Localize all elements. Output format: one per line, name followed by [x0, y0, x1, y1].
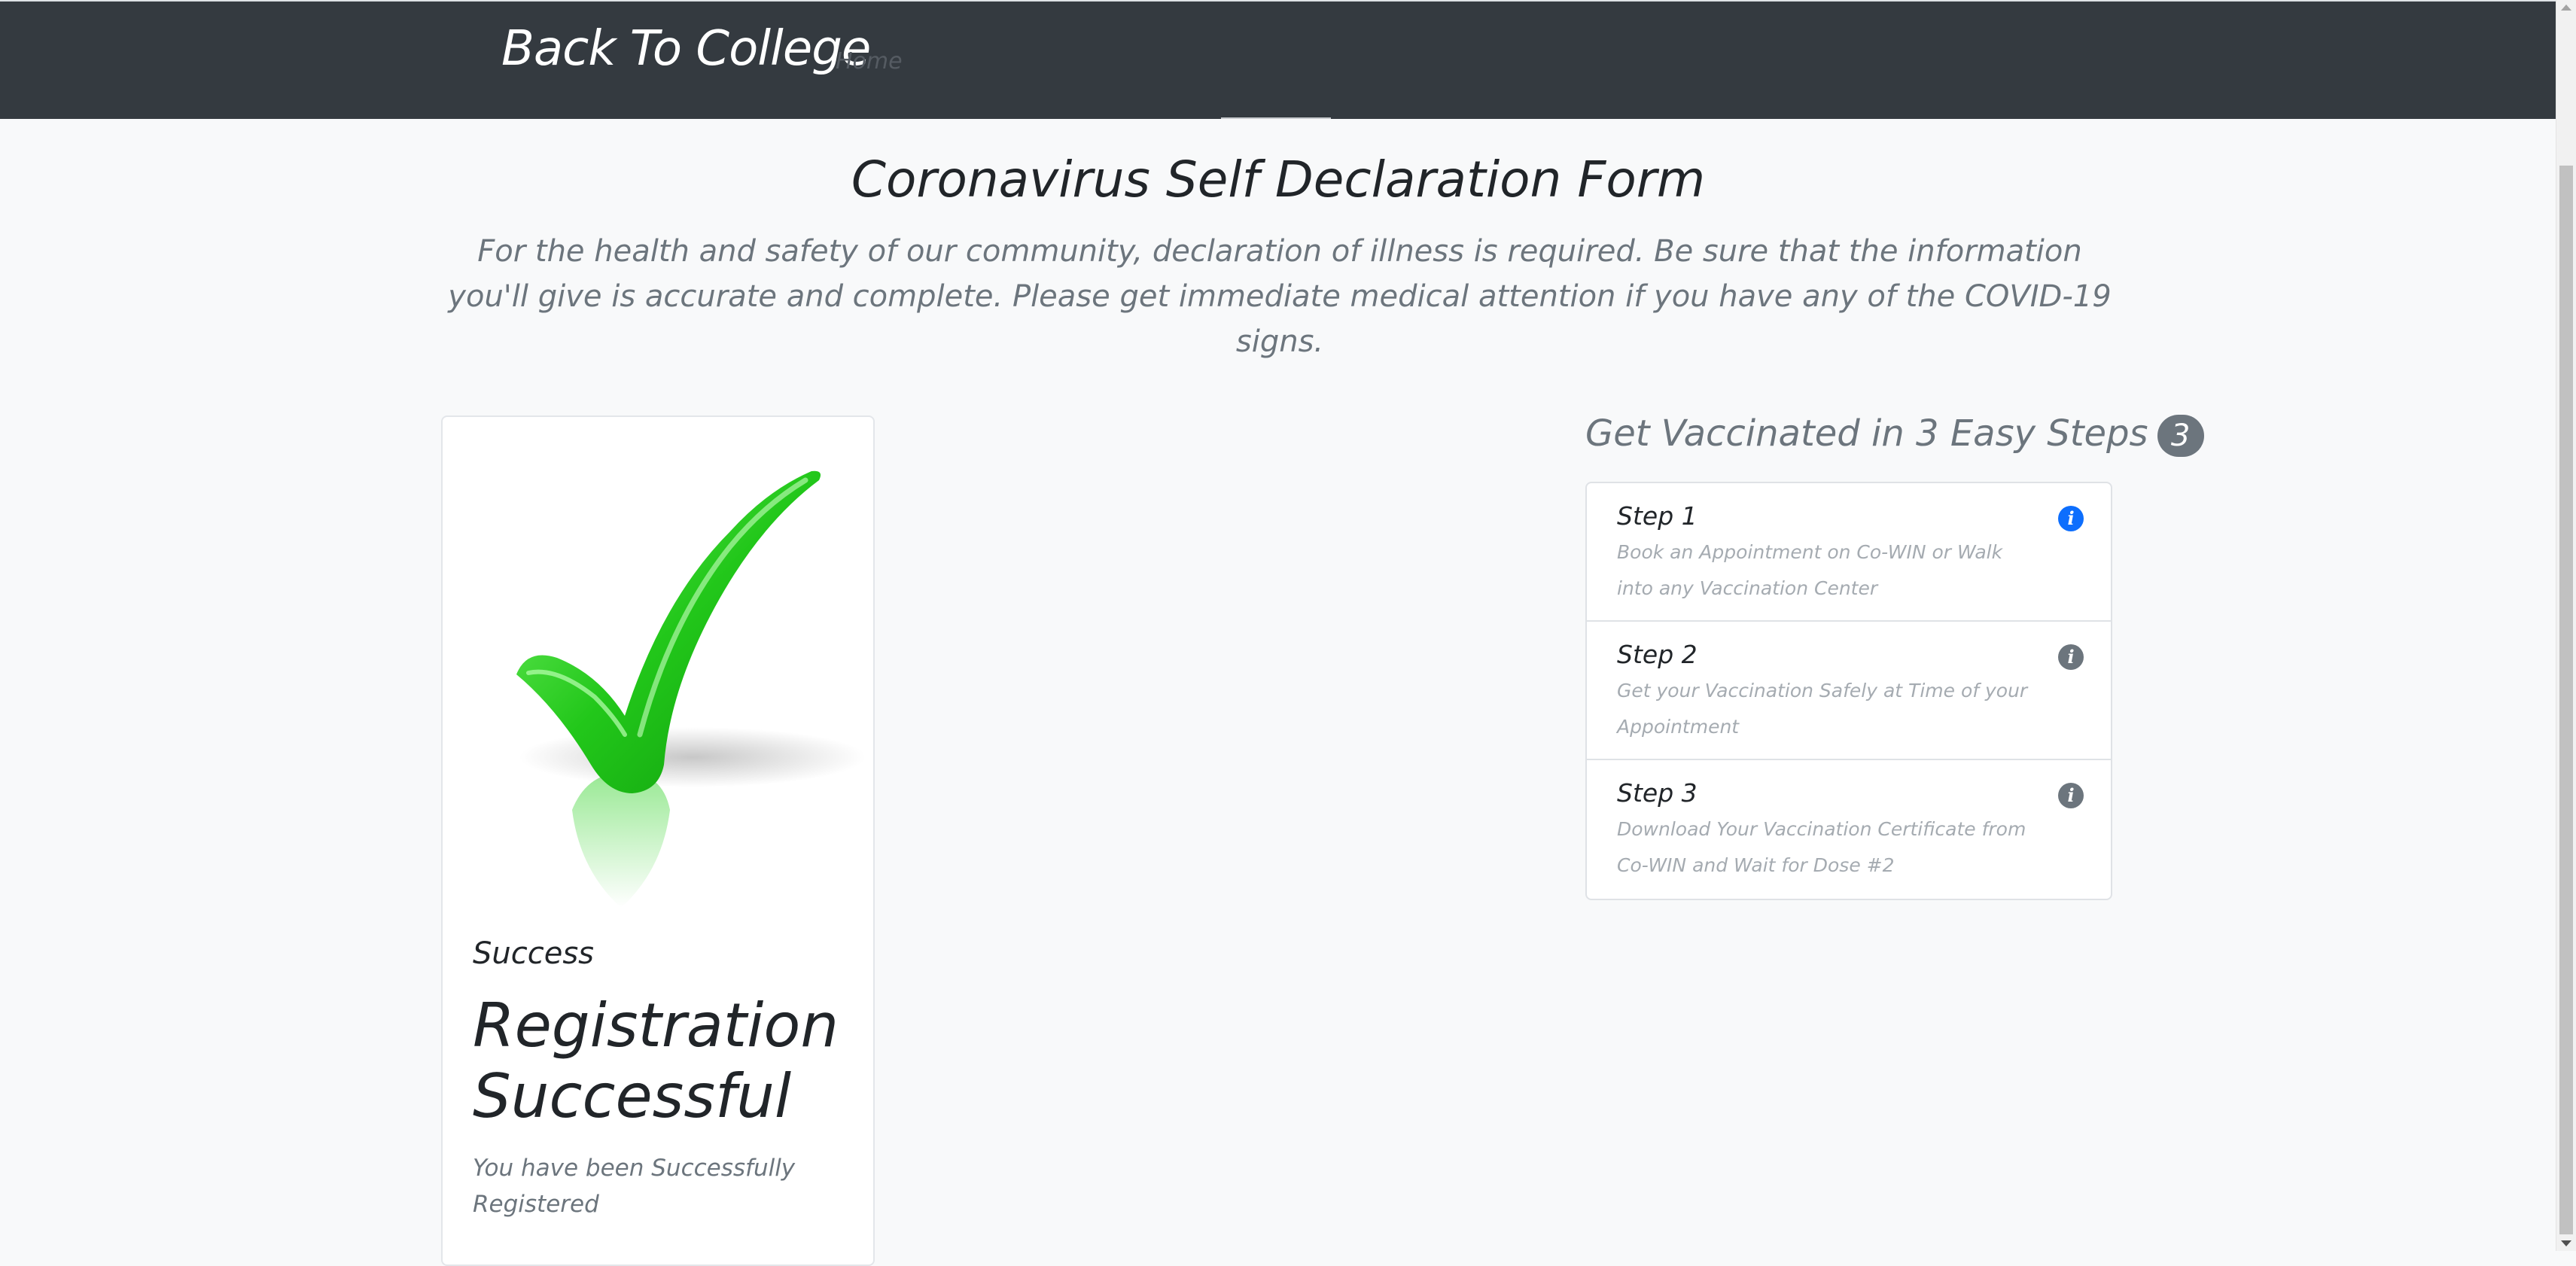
steps-heading-text: Get Vaccinated in 3 Easy Steps [1585, 412, 2148, 455]
card-title: Registration Successful [473, 991, 839, 1131]
steps-list: Step 1 Book an Appointment on Co-WIN or … [1585, 482, 2112, 900]
step-title: Step 2 [1617, 640, 1698, 669]
steps-heading: Get Vaccinated in 3 Easy Steps 3 [1585, 412, 2204, 457]
card-text: You have been Successfully Registered [473, 1155, 796, 1218]
scroll-down-arrow-icon[interactable] [2561, 1240, 2571, 1246]
scrollbar-thumb[interactable] [2559, 166, 2573, 1234]
card-subtitle: Success [473, 936, 595, 971]
step-title: Step 1 [1617, 501, 1698, 531]
list-item-step-1[interactable]: Step 1 Book an Appointment on Co-WIN or … [1587, 483, 2111, 622]
list-item-step-3[interactable]: Step 3 Download Your Vaccination Certifi… [1587, 760, 2111, 899]
info-icon[interactable]: i [2058, 783, 2084, 808]
step-description: Download Your Vaccination Certificate fr… [1617, 818, 2026, 876]
page-title: Coronavirus Self Declaration Form [851, 151, 1706, 208]
page-lead-text: For the health and safety of our communi… [448, 234, 2112, 359]
step-description: Book an Appointment on Co-WIN or Walk in… [1617, 541, 2003, 599]
green-checkmark-icon [516, 470, 866, 908]
info-icon[interactable]: i [2058, 506, 2084, 531]
vertical-scrollbar[interactable] [2556, 0, 2576, 1251]
step-description: Get your Vaccination Safely at Time of y… [1617, 680, 2028, 738]
top-navbar: Back To College Home [0, 0, 2556, 119]
steps-count-badge: 3 [2157, 415, 2204, 457]
step-title: Step 3 [1617, 778, 1698, 808]
list-item-step-2[interactable]: Step 2 Get your Vaccination Safely at Ti… [1587, 622, 2111, 760]
success-card: Success Registration Successful You have… [441, 415, 875, 1266]
nav-toggle-edge [1221, 117, 1331, 123]
scroll-up-arrow-icon[interactable] [2561, 5, 2571, 11]
nav-link-home[interactable]: Home [836, 48, 903, 75]
navbar-brand[interactable]: Back To College [501, 21, 871, 77]
info-icon[interactable]: i [2058, 644, 2084, 670]
